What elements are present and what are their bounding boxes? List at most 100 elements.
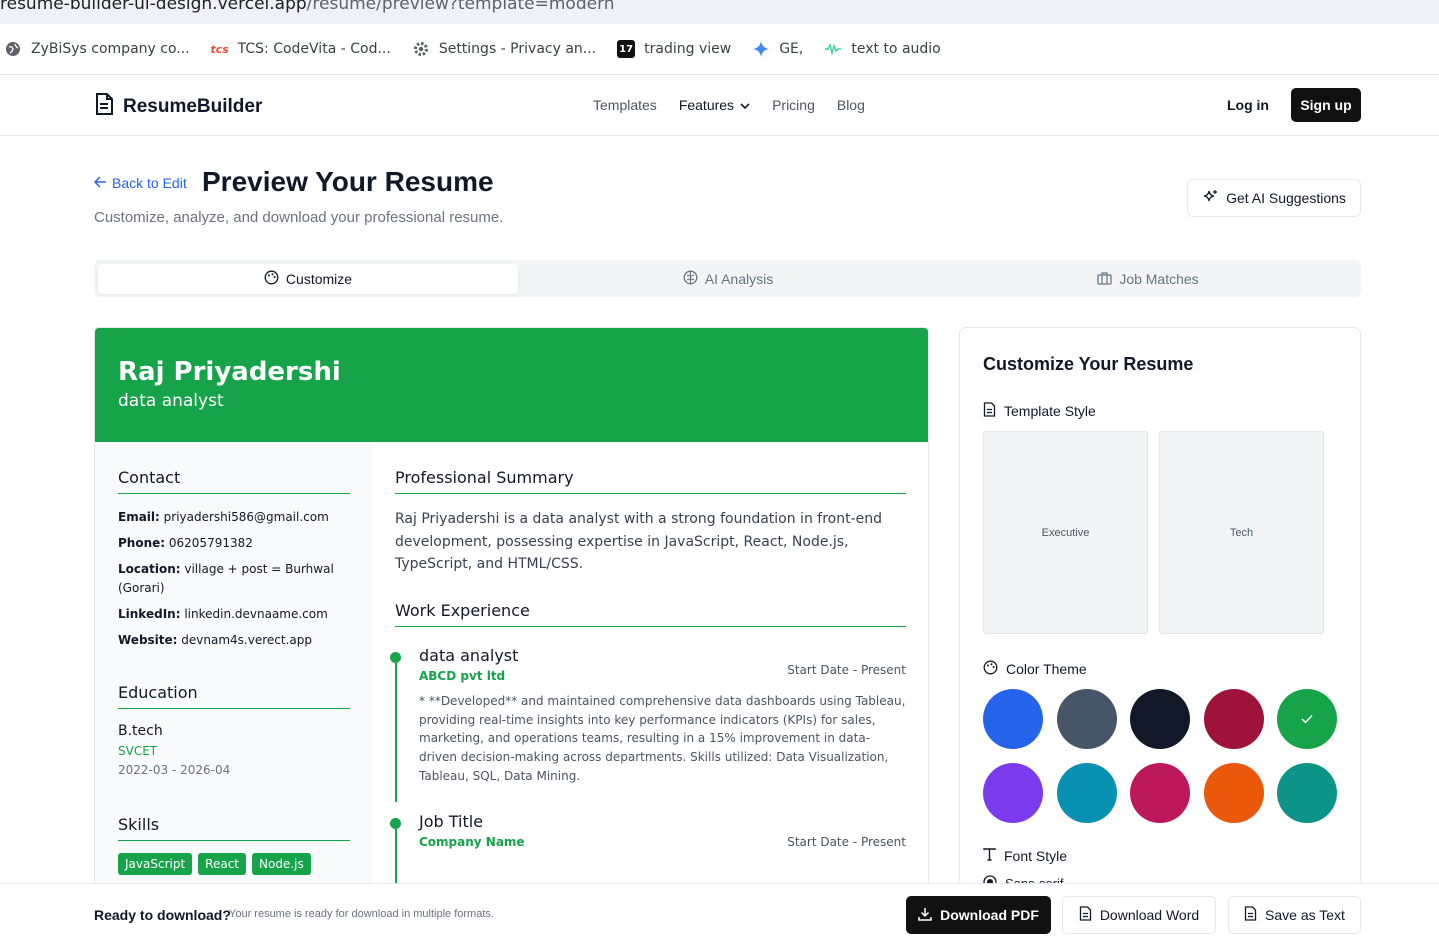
signup-button[interactable]: Sign up bbox=[1291, 88, 1361, 122]
timeline-line bbox=[395, 658, 397, 802]
nav-templates[interactable]: Templates bbox=[593, 97, 657, 113]
download-pdf-button[interactable]: Download PDF bbox=[906, 896, 1051, 934]
url-text: resume-builder-ui-design.vercel.app/resu… bbox=[0, 0, 615, 14]
gemini-icon bbox=[752, 40, 770, 58]
file-text-icon bbox=[1079, 906, 1092, 924]
save-as-text-button[interactable]: Save as Text bbox=[1228, 896, 1361, 934]
job-company: ABCD pvt ltd bbox=[419, 669, 506, 683]
tab-ai-analysis[interactable]: AI Analysis bbox=[518, 264, 938, 294]
resume-name: Raj Priyadershi bbox=[118, 357, 341, 387]
education-dates: 2022-03 - 2026-04 bbox=[118, 763, 231, 777]
tab-job-matches[interactable]: Job Matches bbox=[938, 264, 1358, 294]
resume-role: data analyst bbox=[118, 391, 224, 411]
experience-item: data analyst ABCD pvt ltd Start Date - P… bbox=[390, 646, 906, 802]
tab-customize[interactable]: Customize bbox=[98, 264, 518, 294]
color-swatch[interactable] bbox=[983, 763, 1043, 823]
contact-heading: Contact bbox=[118, 468, 350, 494]
bookmark-settings[interactable]: Settings - Privacy an... bbox=[412, 40, 596, 58]
bookmark-text-to-audio[interactable]: text to audio bbox=[824, 40, 941, 58]
color-swatch[interactable] bbox=[1130, 689, 1190, 749]
skills-section: Skills JavaScript React Node.js bbox=[118, 815, 350, 875]
timeline-line bbox=[395, 823, 397, 884]
palette-icon bbox=[264, 270, 279, 288]
color-swatch[interactable] bbox=[1056, 689, 1117, 749]
template-option-executive[interactable]: Executive bbox=[983, 431, 1148, 634]
job-description: * **Developed** and maintained comprehen… bbox=[419, 694, 906, 783]
template-style-label: Template Style bbox=[983, 402, 1096, 420]
contact-website: Website: devnam4s.verect.app bbox=[118, 633, 312, 647]
template-option-tech[interactable]: Tech bbox=[1159, 431, 1324, 634]
ready-title: Ready to download? bbox=[94, 907, 231, 923]
contact-email: Email: priyadershi586@gmail.com bbox=[118, 510, 329, 524]
page-title: Preview Your Resume bbox=[202, 166, 494, 197]
chevron-down-icon bbox=[740, 97, 750, 113]
summary-text: Raj Priyadershi is a data analyst with a… bbox=[395, 511, 882, 572]
bookmark-zybisys[interactable]: ZyBiSys company co... bbox=[4, 40, 190, 58]
file-text-icon bbox=[1244, 906, 1257, 924]
palette-icon bbox=[983, 660, 998, 678]
document-icon bbox=[94, 93, 114, 121]
color-swatch[interactable] bbox=[1056, 763, 1117, 823]
ready-subtitle: Your resume is ready for download in mul… bbox=[229, 908, 494, 920]
skill-chip: Node.js bbox=[252, 853, 311, 875]
nav-links: Templates Features Pricing Blog bbox=[593, 97, 865, 113]
contact-phone: Phone: 06205791382 bbox=[118, 536, 253, 550]
color-swatch[interactable] bbox=[983, 689, 1043, 749]
login-button[interactable]: Log in bbox=[1227, 97, 1269, 113]
job-dates: Start Date - Present bbox=[787, 834, 906, 849]
bookmark-gemini[interactable]: GE, bbox=[752, 40, 803, 58]
job-title: Job Title bbox=[419, 811, 484, 831]
education-section: Education B.tech SVCET 2022-03 - 2026-04 bbox=[118, 683, 350, 777]
nav-features[interactable]: Features bbox=[679, 97, 750, 113]
file-text-icon bbox=[983, 402, 996, 420]
bookmarks-bar: ZyBiSys company co... tcs TCS: CodeVita … bbox=[0, 24, 1439, 75]
education-school: SVCET bbox=[118, 744, 158, 758]
bookmark-tradingview[interactable]: 17 trading view bbox=[617, 40, 731, 58]
skill-chip: React bbox=[198, 853, 246, 875]
contact-section: Contact Email: priyadershi586@gmail.com … bbox=[118, 468, 350, 657]
nav-pricing[interactable]: Pricing bbox=[772, 97, 815, 113]
color-swatch[interactable] bbox=[1203, 763, 1264, 823]
skills-list: JavaScript React Node.js bbox=[118, 853, 350, 875]
summary-section: Professional Summary Raj Priyadershi is … bbox=[395, 468, 906, 576]
brand-logo[interactable]: ResumeBuilder bbox=[94, 93, 262, 121]
resume-sidebar: Contact Email: priyadershi586@gmail.com … bbox=[95, 442, 372, 886]
resume-header: Raj Priyadershi data analyst bbox=[95, 328, 928, 442]
summary-heading: Professional Summary bbox=[395, 468, 906, 494]
tradingview-icon: 17 bbox=[617, 40, 636, 58]
color-swatch[interactable] bbox=[1130, 763, 1190, 823]
check-icon bbox=[1301, 711, 1313, 727]
experience-heading: Work Experience bbox=[395, 601, 906, 627]
top-nav: ResumeBuilder Templates Features Pricing… bbox=[0, 75, 1439, 136]
contact-linkedin: LinkedIn: linkedin.devnaame.com bbox=[118, 607, 328, 621]
nav-blog[interactable]: Blog bbox=[837, 97, 865, 113]
download-word-button[interactable]: Download Word bbox=[1062, 896, 1216, 934]
contact-location: Location: village + post = Burhwal (Gora… bbox=[118, 562, 334, 595]
globe-icon bbox=[4, 40, 22, 58]
resume-preview: Raj Priyadershi data analyst Contact Ema… bbox=[94, 327, 929, 887]
experience-section: Work Experience data analyst ABCD pvt lt… bbox=[390, 601, 906, 884]
download-icon bbox=[918, 907, 932, 924]
tcs-icon: tcs bbox=[210, 42, 229, 56]
gear-icon bbox=[412, 40, 430, 58]
back-to-edit-link[interactable]: Back to Edit bbox=[93, 175, 187, 191]
browser-url-bar[interactable]: resume-builder-ui-design.vercel.app/resu… bbox=[0, 0, 1439, 24]
waveform-icon bbox=[824, 40, 842, 58]
arrow-left-icon bbox=[93, 175, 107, 191]
briefcase-icon bbox=[1097, 271, 1112, 288]
experience-item: Job Title Company Name Start Date - Pres… bbox=[390, 811, 906, 884]
customize-title: Customize Your Resume bbox=[983, 354, 1194, 374]
skill-chip: JavaScript bbox=[118, 853, 193, 875]
bookmark-tcs[interactable]: tcs TCS: CodeVita - Cod... bbox=[210, 40, 390, 58]
education-heading: Education bbox=[118, 683, 350, 709]
color-swatch[interactable] bbox=[1277, 763, 1337, 823]
customize-panel: Customize Your Resume Template Style Exe… bbox=[959, 327, 1361, 887]
education-degree: B.tech bbox=[118, 723, 163, 739]
get-ai-suggestions-button[interactable]: Get AI Suggestions bbox=[1187, 179, 1361, 217]
color-swatch[interactable] bbox=[1277, 689, 1337, 749]
type-icon bbox=[983, 848, 996, 864]
download-bar: Ready to download? Your resume is ready … bbox=[0, 883, 1439, 937]
brain-icon bbox=[683, 270, 698, 288]
color-swatch[interactable] bbox=[1203, 689, 1264, 749]
page-subtitle: Customize, analyze, and download your pr… bbox=[94, 209, 504, 226]
